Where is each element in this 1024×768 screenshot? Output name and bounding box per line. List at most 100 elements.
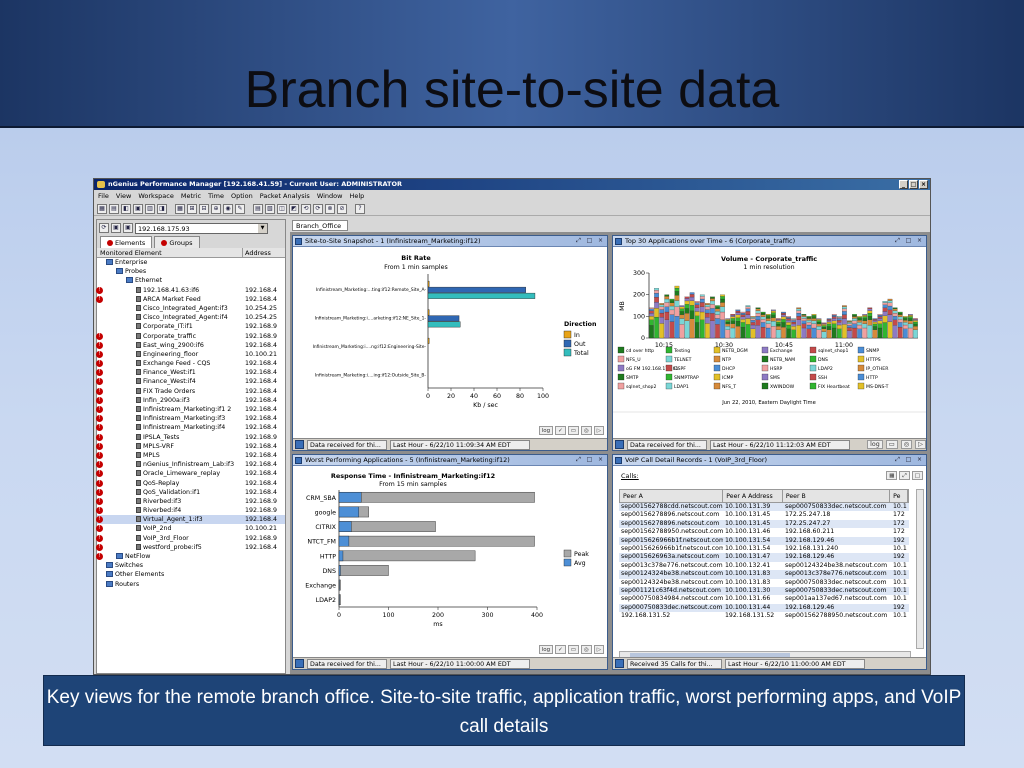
toolbar-tool-icon[interactable]: ⊕ — [211, 204, 221, 214]
menu-item-metric[interactable]: Metric — [181, 190, 201, 202]
tree-row[interactable]: ! East_wing_2900:if6 192.168.4 — [96, 341, 285, 350]
tree-row[interactable]: ! Finance_West:if1 192.168.4 — [96, 368, 285, 377]
table-row[interactable]: sep00156278896.netscout.com 10.100.131.45… — [619, 519, 909, 529]
menu-item-workspace[interactable]: Workspace — [138, 190, 174, 202]
log-button[interactable]: log — [538, 426, 554, 435]
restore-icon[interactable]: ⤢ — [574, 456, 583, 464]
table-view-icon[interactable]: ▭ — [567, 645, 579, 654]
maximize-icon[interactable]: □ — [904, 237, 913, 245]
toolbar-tool-icon[interactable]: ⟳ — [313, 204, 323, 214]
tree-row[interactable]: ! MPLS 192.168.4 — [96, 451, 285, 460]
col-peer-b[interactable]: Peer B — [783, 490, 891, 502]
vertical-scrollbar[interactable] — [916, 489, 924, 649]
tree-row[interactable]: ! FIX Trade Orders 192.168.4 — [96, 387, 285, 396]
restore-icon[interactable]: ⤢ — [893, 456, 902, 464]
toolbar-tool-icon[interactable]: ◧ — [121, 204, 131, 214]
toolbar-tool-icon[interactable]: ▧ — [265, 204, 275, 214]
top30-window-titlebar[interactable]: Top 30 Applications over Time - 6 (Corpo… — [613, 236, 926, 247]
toolbar-tool-icon[interactable]: ◫ — [277, 204, 287, 214]
tree-row[interactable]: Cisco_Integrated_Agent:if4 10.254.25 — [97, 313, 285, 322]
maximize-icon[interactable]: □ — [904, 456, 913, 464]
site-window-titlebar[interactable]: Site-to-Site Snapshot - 1 (Infinistream_… — [293, 236, 607, 247]
tab-groups[interactable]: Groups — [154, 236, 200, 248]
tree-row[interactable]: ! QoS-Replay 192.168.4 — [96, 479, 285, 488]
tree-row[interactable]: ! Exchange Feed - CQS 192.168.4 — [96, 359, 285, 368]
refresh-icon[interactable]: ⟳ — [99, 223, 109, 233]
tree-row[interactable]: ! VoIP_2nd 10.100.21 — [96, 524, 285, 533]
menu-item-window[interactable]: Window — [317, 190, 343, 202]
tree-row[interactable]: ! 192.168.41.63:if6 192.168.4 — [96, 286, 285, 295]
maximize-icon[interactable]: □ — [911, 471, 923, 480]
tree-header-address[interactable]: Address — [243, 248, 285, 257]
toolbar-tool-icon[interactable]: ◩ — [289, 204, 299, 214]
tree-row[interactable]: ! Riverbed:if3 192.168.9 — [96, 497, 285, 506]
play-icon[interactable]: ▷ — [593, 426, 604, 435]
tree-row[interactable]: ! IPSLA_Tests 192.168.9 — [96, 433, 285, 442]
close-button[interactable]: × — [919, 180, 928, 189]
check-icon[interactable]: ✓ — [555, 645, 566, 654]
toolbar-tool-icon[interactable]: ⊟ — [199, 204, 209, 214]
tree-row[interactable]: Ethernet — [97, 276, 285, 285]
restore-icon[interactable]: ⤢ — [574, 237, 583, 245]
table-row[interactable]: sep0013c378e776.netscout.com 10.100.132.4… — [619, 562, 909, 570]
log-button[interactable]: log — [538, 645, 554, 654]
tab-branch-office[interactable]: Branch_Office — [292, 220, 348, 231]
tree-row[interactable]: Corporate_IT:if1 192.168.9 — [97, 322, 285, 331]
close-icon[interactable]: × — [915, 456, 924, 464]
tree-row[interactable]: ! westford_probe:if5 192.168.4 — [96, 543, 285, 552]
maximize-icon[interactable]: □ — [585, 237, 594, 245]
grid-view-icon[interactable]: ▦ — [886, 471, 898, 480]
toolbar-tool-icon[interactable]: ▣ — [133, 204, 143, 214]
toolbar-tool-icon[interactable]: ▦ — [97, 204, 107, 214]
toolbar-tool-icon[interactable]: ⟲ — [301, 204, 311, 214]
tree-row[interactable]: Probes — [97, 267, 285, 276]
close-icon[interactable]: × — [915, 237, 924, 245]
table-row[interactable]: sep001562788cdd.netscout.com 10.100.131.3… — [619, 503, 909, 512]
address-input[interactable]: 192.168.175.93 ▼ — [135, 222, 268, 234]
tree-row[interactable]: ! ARCA Market Feed 192.168.4 — [96, 295, 285, 304]
tree-row[interactable]: ! Engineering_floor 10.100.21 — [96, 350, 285, 359]
tree-row[interactable]: ! Corporate_traffic 192.168.9 — [96, 332, 285, 341]
minimize-button[interactable]: _ — [899, 180, 908, 189]
tree-row[interactable]: ! nGenius_Infinistream_Lab:if3 192.168.4 — [96, 460, 285, 469]
tree-row[interactable]: ! VoIP_3rd_Floor 192.168.9 — [96, 534, 285, 543]
toolbar-tool-icon[interactable]: ? — [355, 204, 365, 214]
menu-item-help[interactable]: Help — [349, 190, 364, 202]
table-view-icon[interactable]: ▭ — [885, 440, 898, 449]
close-icon[interactable]: × — [596, 237, 605, 245]
worst-window-titlebar[interactable]: Worst Performing Applications - 5 (Infin… — [293, 455, 607, 466]
menu-item-option[interactable]: Option — [231, 190, 253, 202]
tab-elements[interactable]: Elements — [100, 236, 153, 248]
tree-row[interactable]: ! Infinistream_Marketing:if1 2 192.168.4 — [96, 405, 285, 414]
col-peer-b-address[interactable]: Pe — [890, 490, 908, 502]
nav-icon[interactable]: ▣ — [111, 223, 121, 233]
tree-row[interactable]: ! Finance_West:if4 192.168.4 — [96, 377, 285, 386]
toolbar-tool-icon[interactable]: ▤ — [253, 204, 263, 214]
tree-row[interactable]: ! QoS_Validation:if1 192.168.4 — [96, 488, 285, 497]
table-row[interactable]: sep00124324be38.netscout.com 10.100.131.8… — [619, 570, 909, 579]
restore-icon[interactable]: ⤢ — [899, 471, 910, 480]
nav2-icon[interactable]: ▣ — [123, 223, 133, 233]
target-icon[interactable]: ◎ — [900, 440, 913, 449]
tree-row[interactable]: ! Riverbed:if4 192.168.9 — [96, 506, 285, 515]
tree-row[interactable]: ! MPLS-VRF 192.168.4 — [96, 442, 285, 451]
tree-row[interactable]: ! Virtual_Agent_1:if3 192.168.4 — [96, 515, 285, 525]
play-icon[interactable]: ▷ — [593, 645, 604, 654]
menu-item-file[interactable]: File — [98, 190, 109, 202]
table-row[interactable]: sep00124324be38.netscout.com 10.100.131.8… — [619, 579, 909, 587]
tree-row[interactable]: ! Infinistream_Marketing:if4 192.168.4 — [96, 423, 285, 432]
table-row[interactable]: 192.168.131.52 192.168.131.52 sep001562788… — [619, 612, 909, 620]
toolbar-tool-icon[interactable]: ▥ — [145, 204, 155, 214]
restore-icon[interactable]: ⤢ — [893, 237, 902, 245]
log-button[interactable]: log — [867, 440, 883, 449]
voip-window-titlebar[interactable]: VoIP Call Detail Records - 1 (VoIP_3rd_F… — [613, 455, 926, 466]
target-icon[interactable]: ◎ — [580, 426, 592, 435]
tree-row[interactable]: Switches — [97, 561, 285, 570]
menu-item-packet-analysis[interactable]: Packet Analysis — [260, 190, 310, 202]
toolbar-tool-icon[interactable]: ✎ — [235, 204, 245, 214]
maximize-icon[interactable]: □ — [585, 456, 594, 464]
table-row[interactable]: sep00156278896.netscout.com 10.100.131.45… — [619, 511, 909, 519]
toolbar-tool-icon[interactable]: ⊗ — [325, 204, 335, 214]
tree-row[interactable]: ! NetFlow — [96, 552, 285, 561]
target-icon[interactable]: ◎ — [580, 645, 592, 654]
